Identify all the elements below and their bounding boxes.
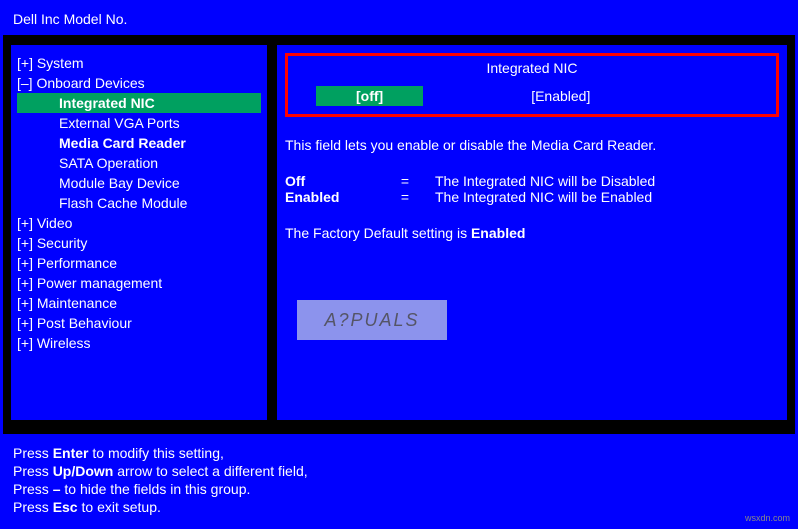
tree-item-performance[interactable]: [+] Performance	[17, 253, 261, 273]
help-footer: Press Enter to modify this setting, Pres…	[3, 428, 795, 526]
tree-item-flash-cache[interactable]: Flash Cache Module	[17, 193, 261, 213]
tree-item-onboard-devices[interactable]: [–] Onboard Devices	[17, 73, 261, 93]
tree-item-power-management[interactable]: [+] Power management	[17, 273, 261, 293]
tree-item-media-card-reader[interactable]: Media Card Reader	[17, 133, 261, 153]
tree-item-video[interactable]: [+] Video	[17, 213, 261, 233]
value-desc-off: The Integrated NIC will be Disabled	[435, 173, 655, 189]
help-key: Enter	[53, 445, 89, 461]
tree-item-maintenance[interactable]: [+] Maintenance	[17, 293, 261, 313]
field-highlight-box: Integrated NIC [off] [Enabled]	[285, 53, 779, 117]
help-line-minus: Press – to hide the fields in this group…	[13, 480, 785, 498]
help-text: Press	[13, 463, 53, 479]
help-text: to hide the fields in this group.	[60, 481, 250, 497]
main-area: [+] System [–] Onboard Devices Integrate…	[3, 37, 795, 428]
help-line-esc: Press Esc to exit setup.	[13, 498, 785, 516]
tree-item-security[interactable]: [+] Security	[17, 233, 261, 253]
tree-item-integrated-nic[interactable]: Integrated NIC	[17, 93, 261, 113]
help-text: arrow to select a different field,	[113, 463, 307, 479]
factory-default-text: The Factory Default setting is Enabled	[285, 225, 779, 241]
equals-sign: =	[375, 173, 435, 189]
tree-item-system[interactable]: [+] System	[17, 53, 261, 73]
help-key: Up/Down	[53, 463, 114, 479]
field-title: Integrated NIC	[306, 60, 758, 76]
tree-item-sata-operation[interactable]: SATA Operation	[17, 153, 261, 173]
title-text: Dell Inc Model No.	[13, 11, 127, 27]
help-text: to exit setup.	[78, 499, 161, 515]
tree-item-post-behaviour[interactable]: [+] Post Behaviour	[17, 313, 261, 333]
help-key: Esc	[53, 499, 78, 515]
tree-item-wireless[interactable]: [+] Wireless	[17, 333, 261, 353]
image-credit: wsxdn.com	[745, 513, 790, 523]
field-description: This field lets you enable or disable th…	[285, 137, 779, 153]
equals-sign: =	[375, 189, 435, 205]
title-bar: Dell Inc Model No.	[3, 3, 795, 37]
value-desc-enabled: The Integrated NIC will be Enabled	[435, 189, 652, 205]
help-line-updown: Press Up/Down arrow to select a differen…	[13, 462, 785, 480]
value-row-enabled: Enabled = The Integrated NIC will be Ena…	[285, 189, 779, 205]
factory-value: Enabled	[471, 225, 525, 241]
option-off[interactable]: [off]	[316, 86, 423, 106]
option-enabled[interactable]: [Enabled]	[523, 86, 598, 106]
value-row-off: Off = The Integrated NIC will be Disable…	[285, 173, 779, 189]
value-label-off: Off	[285, 173, 375, 189]
detail-panel: Integrated NIC [off] [Enabled] This fiel…	[275, 43, 789, 422]
help-line-enter: Press Enter to modify this setting,	[13, 444, 785, 462]
help-text: to modify this setting,	[88, 445, 223, 461]
factory-prefix: The Factory Default setting is	[285, 225, 471, 241]
value-label-enabled: Enabled	[285, 189, 375, 205]
help-text: Press	[13, 481, 53, 497]
help-text: Press	[13, 499, 53, 515]
tree-item-external-vga[interactable]: External VGA Ports	[17, 113, 261, 133]
tree-item-module-bay[interactable]: Module Bay Device	[17, 173, 261, 193]
field-options: [off] [Enabled]	[306, 86, 758, 106]
watermark-logo: A?PUALS	[297, 300, 447, 340]
navigation-tree: [+] System [–] Onboard Devices Integrate…	[9, 43, 269, 422]
bios-setup-window: Dell Inc Model No. [+] System [–] Onboar…	[0, 0, 798, 529]
help-text: Press	[13, 445, 53, 461]
